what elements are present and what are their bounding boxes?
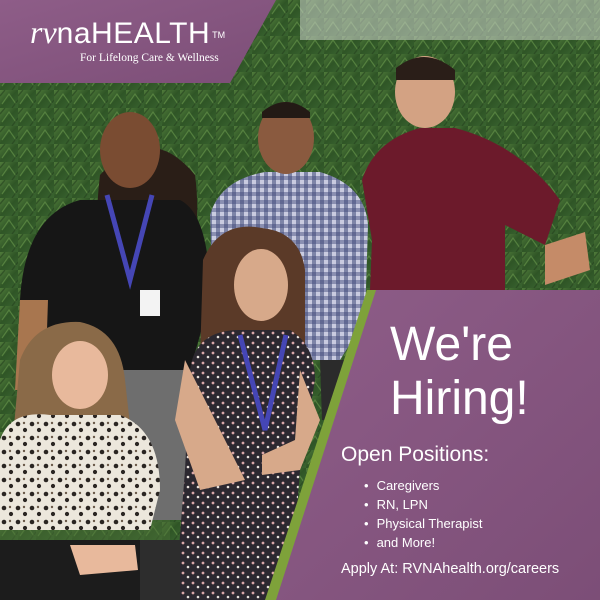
headline-line2: Hiring! — [390, 372, 529, 425]
headline-line1: We're — [390, 318, 513, 371]
position-item: RN, LPN — [364, 495, 483, 514]
position-item: and More! — [364, 533, 483, 552]
open-positions-title: Open Positions: — [341, 443, 490, 466]
brand-tagline: For Lifelong Care & Wellness — [80, 52, 219, 64]
position-item: Physical Therapist — [364, 514, 483, 533]
hiring-headline: We're Hiring! — [390, 318, 529, 426]
logo-wordmark: naHEALTH — [56, 17, 211, 50]
trademark: TM — [212, 30, 226, 41]
position-item: Caregivers — [364, 476, 483, 495]
positions-list: Caregivers RN, LPN Physical Therapist an… — [364, 476, 483, 552]
apply-link[interactable]: Apply At: RVNAhealth.org/careers — [341, 561, 559, 577]
rvna-health-logo[interactable]: rvnaHEALTH TM — [30, 14, 225, 51]
background-photo — [0, 0, 600, 600]
logo-rv: rv — [30, 14, 57, 50]
